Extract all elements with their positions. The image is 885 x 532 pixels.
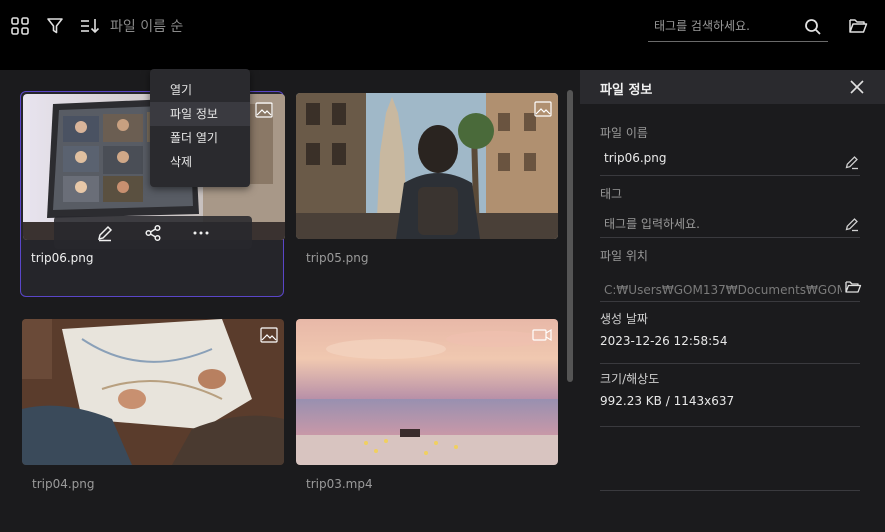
more-icon[interactable] [190,222,212,244]
card-action-bar [54,216,252,249]
thumbnail-image [296,319,558,465]
edit-filename-icon[interactable] [844,154,860,170]
filter-icon[interactable] [43,14,67,38]
file-name: trip03.mp4 [306,477,373,491]
divider [600,363,860,364]
divider [600,426,860,427]
file-info-panel: 파일 정보 파일 이름 trip06.png 태그 파일 위치 C:₩Users… [580,70,885,532]
tag-input[interactable] [600,212,830,236]
menu-item-file-info[interactable]: 파일 정보 [150,102,250,126]
divider [600,237,860,238]
divider [600,490,860,491]
edit-icon[interactable] [94,222,116,244]
top-toolbar: 파일 이름 순 [0,0,885,70]
menu-item-open-folder[interactable]: 폴더 열기 [150,126,250,150]
scrollbar[interactable] [567,90,573,382]
video-type-icon [532,327,552,343]
file-name: trip05.png [306,251,369,265]
grid-view-icon[interactable] [8,14,32,38]
close-icon[interactable] [849,79,865,95]
open-folder-icon[interactable] [844,279,862,295]
sort-icon[interactable] [78,14,102,38]
menu-item-delete[interactable]: 삭제 [150,150,250,174]
info-panel-title: 파일 정보 [600,83,653,98]
size-label: 크기/해상도 [600,372,660,386]
file-name-label: 파일 이름 [600,126,648,140]
image-type-icon [260,327,278,343]
image-type-icon [534,101,552,117]
divider [600,175,860,176]
file-card[interactable]: trip03.mp4 [296,319,560,525]
divider [600,301,860,302]
location-label: 파일 위치 [600,249,648,263]
search-icon[interactable] [802,16,824,38]
file-name: trip04.png [32,477,95,491]
tag-label: 태그 [600,187,623,201]
info-panel-header: 파일 정보 [580,70,885,104]
menu-item-open[interactable]: 열기 [150,78,250,102]
created-label: 생성 날짜 [600,312,648,326]
tag-search-box [648,12,828,42]
edit-tag-icon[interactable] [844,216,860,232]
tag-search-input[interactable] [648,12,798,40]
file-grid-panel: trip06.png trip05.png trip04.png trip03.… [0,69,580,532]
share-icon[interactable] [142,222,164,244]
folder-open-icon[interactable] [846,14,870,38]
thumbnail-image [296,93,558,239]
file-card[interactable]: trip04.png [22,319,286,525]
file-card[interactable]: trip05.png [296,93,560,299]
sort-label[interactable]: 파일 이름 순 [110,16,183,36]
thumbnail-image [22,319,284,465]
image-type-icon [255,102,273,118]
size-value: 992.23 KB / 1143x637 [600,394,735,408]
location-value: C:₩Users₩GOM137₩Documents₩GOM [604,283,842,297]
context-menu: 열기 파일 정보 폴더 열기 삭제 [150,69,250,187]
file-name-value: trip06.png [604,151,667,165]
created-value: 2023-12-26 12:58:54 [600,334,728,348]
file-name: trip06.png [31,251,94,265]
